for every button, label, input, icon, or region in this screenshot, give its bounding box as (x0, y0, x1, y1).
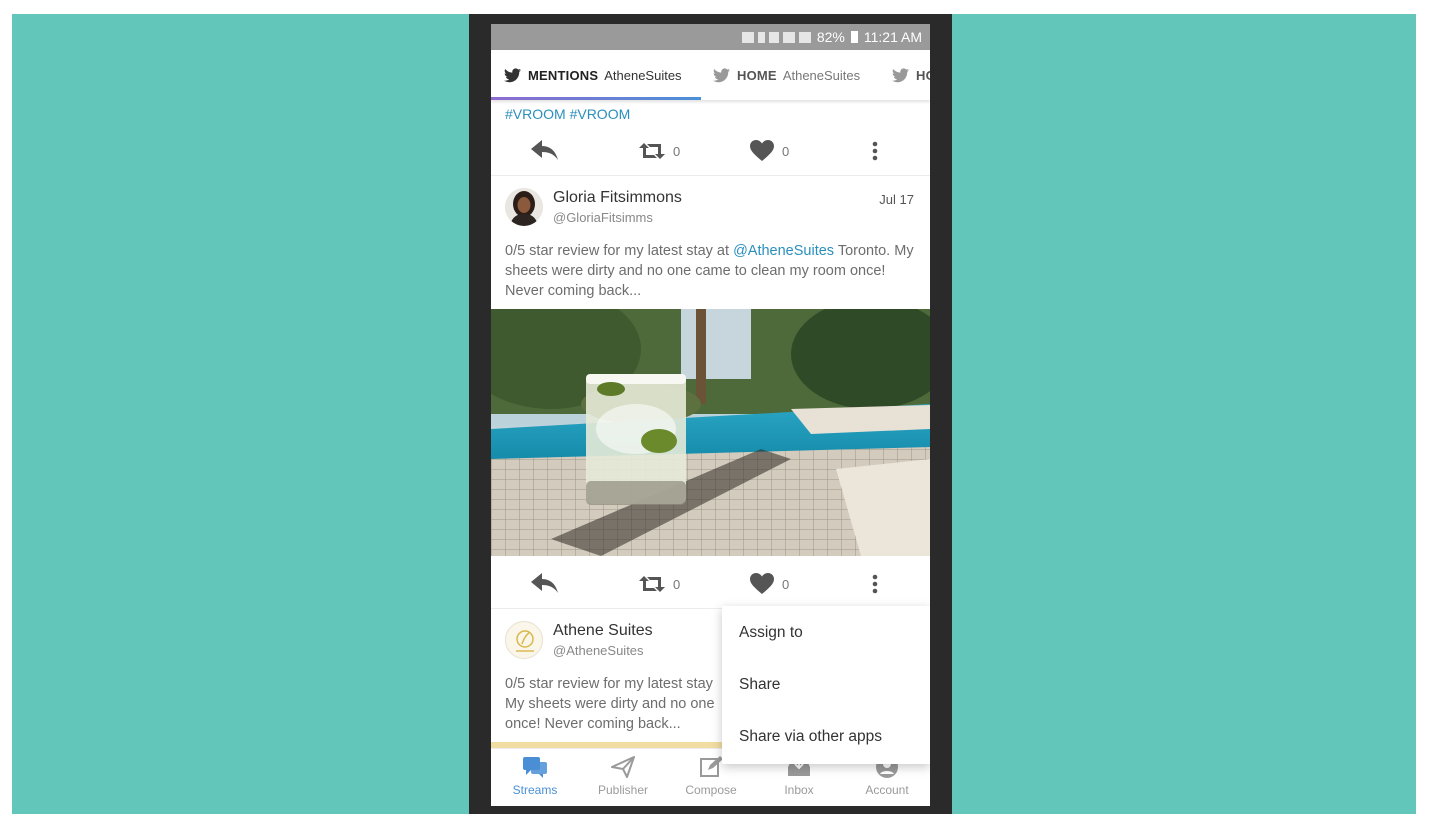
clock: 11:21 AM (863, 29, 922, 45)
reply-icon (531, 573, 558, 593)
nav-publisher[interactable]: Publisher (579, 755, 667, 797)
retweet-count: 0 (673, 576, 681, 592)
battery-icon (850, 31, 858, 43)
nav-label: Compose (685, 783, 737, 797)
post-text-start: 0/5 star review for my latest stay at (505, 243, 734, 259)
nav-label: Streams (512, 783, 558, 797)
post-hashtags[interactable]: #VROOM #VROOM (505, 106, 630, 122)
post-text: 0/5 star review for my latest stay My sh… (505, 674, 720, 734)
post-author-handle[interactable]: @AtheneSuites (553, 643, 644, 658)
post-author-name[interactable]: Athene Suites (553, 622, 653, 640)
status-bar: 82% 11:21 AM (491, 24, 930, 50)
avatar[interactable] (505, 188, 543, 226)
post-text-line: 0/5 star review for my latest stay (505, 676, 713, 692)
post-actions: 0 0 (491, 132, 930, 172)
cast-icon (741, 31, 754, 43)
more-vert-icon (872, 574, 878, 594)
wifi-icon (782, 31, 795, 43)
twitter-icon (713, 67, 730, 82)
nav-label: Publisher (597, 783, 649, 797)
avatar-photo (505, 188, 543, 226)
twitter-icon (892, 67, 909, 82)
retweet-button[interactable]: 0 (639, 573, 680, 595)
divider (491, 175, 930, 176)
paper-plane-icon (611, 756, 635, 778)
retweet-icon (639, 576, 665, 592)
post-image[interactable] (491, 309, 930, 556)
post-actions: 0 0 (491, 565, 930, 605)
retweet-count: 0 (673, 143, 681, 159)
reply-button[interactable] (531, 573, 559, 595)
athene-logo-icon (516, 630, 534, 652)
bluetooth-icon (757, 31, 765, 43)
more-options-button[interactable] (871, 140, 879, 162)
tab-mentions[interactable]: MENTIONS AtheneSuites (504, 50, 682, 100)
post-text-line: My sheets were dirty and no one (505, 696, 715, 712)
signal-icon (798, 31, 811, 43)
more-vert-icon (872, 141, 878, 161)
like-count: 0 (782, 576, 790, 592)
like-button[interactable]: 0 (750, 573, 789, 595)
tab-label: MENTIONS (528, 67, 599, 83)
tab-indicator (491, 97, 701, 100)
compose-icon (700, 756, 723, 777)
more-options-button[interactable] (871, 573, 879, 595)
post-mention[interactable]: @AtheneSuites (733, 243, 834, 259)
nav-streams[interactable]: Streams (491, 755, 579, 797)
tab-label: HOME (737, 67, 777, 83)
tab-home[interactable]: HOME AtheneSuites (713, 50, 860, 100)
tab-label: HO (916, 67, 930, 83)
post-text: 0/5 star review for my latest stay at @A… (505, 241, 917, 301)
avatar[interactable] (505, 621, 543, 659)
battery-percent: 82% (816, 29, 845, 45)
mute-icon (768, 31, 779, 43)
phone-screen: 82% 11:21 AM MENTIONS AtheneSuites HOME … (491, 24, 930, 806)
like-button[interactable]: 0 (750, 140, 789, 162)
like-count: 0 (782, 143, 790, 159)
post-author-name[interactable]: Gloria Fitsimmons (553, 189, 682, 207)
overflow-menu: Assign to Share Share via other apps (722, 606, 930, 764)
stream-tabs: MENTIONS AtheneSuites HOME AtheneSuites … (491, 50, 930, 100)
nav-label: Account (865, 783, 909, 797)
status-icons (741, 31, 811, 43)
menu-item-share-other-apps[interactable]: Share via other apps (739, 728, 882, 746)
nav-label: Inbox (784, 783, 814, 797)
menu-item-assign-to[interactable]: Assign to (739, 624, 803, 642)
streams-icon (523, 757, 547, 778)
twitter-icon (504, 67, 521, 82)
heart-icon (750, 573, 774, 594)
retweet-icon (639, 143, 665, 159)
reply-icon (531, 140, 558, 160)
post-author-handle[interactable]: @GloriaFitsimms (553, 210, 653, 225)
tab-account: AtheneSuites (604, 67, 682, 83)
pool-photo (491, 309, 930, 556)
post-text-line: once! Never coming back... (505, 716, 681, 732)
retweet-button[interactable]: 0 (639, 140, 680, 162)
menu-item-share[interactable]: Share (739, 676, 780, 694)
post-date: Jul 17 (879, 192, 914, 207)
reply-button[interactable] (531, 140, 559, 162)
heart-icon (750, 140, 774, 161)
tab-home-2[interactable]: HO (892, 50, 930, 100)
tab-account: AtheneSuites (782, 67, 861, 83)
